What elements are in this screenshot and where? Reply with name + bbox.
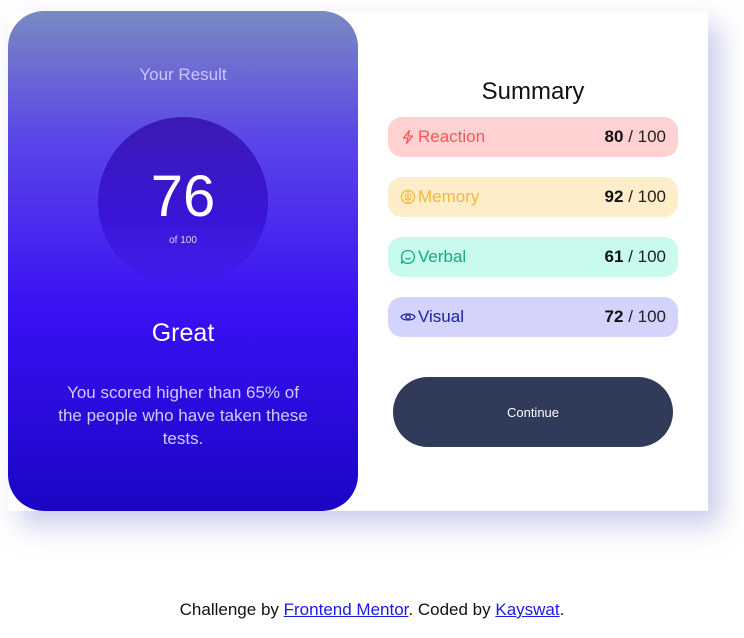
- brain-icon: [400, 189, 416, 205]
- summary-row-visual: Visual 72 / 100: [388, 297, 678, 337]
- summary-row-score: 61: [604, 247, 624, 266]
- score-value: 76: [150, 164, 216, 229]
- summary-row-label: Visual: [418, 307, 464, 326]
- result-title: Your Result: [139, 65, 227, 84]
- result-panel: Your Result 76 of 100 Great You scored h…: [8, 11, 358, 511]
- continue-button[interactable]: Continue: [393, 377, 673, 447]
- footer-prefix: Challenge by: [179, 600, 279, 619]
- grade-description: You scored higher than 65% of the people…: [58, 383, 308, 448]
- eye-icon: [400, 309, 416, 325]
- summary-row-label: Verbal: [418, 247, 467, 266]
- summary-row-score: 72: [604, 307, 624, 326]
- attribution-footer: Challenge by Frontend Mentor. Coded by K…: [0, 600, 744, 620]
- grade-label: Great: [151, 319, 215, 347]
- lightning-icon: [400, 129, 416, 145]
- summary-row-verbal: Verbal 61 / 100: [388, 237, 678, 277]
- summary-row-memory: Memory 92 / 100: [388, 177, 678, 217]
- summary-title: Summary: [481, 78, 585, 105]
- summary-row-max: / 100: [628, 187, 666, 206]
- score-circle: 76 of 100: [98, 117, 268, 287]
- author-link[interactable]: Kayswat: [495, 600, 559, 619]
- summary-row-max: / 100: [628, 307, 666, 326]
- chat-bubble-icon: [400, 249, 416, 265]
- footer-middle: . Coded by: [408, 600, 491, 619]
- summary-row-score: 80: [604, 127, 624, 146]
- summary-row-max: / 100: [628, 127, 666, 146]
- summary-row-reaction: Reaction 80 / 100: [388, 117, 678, 157]
- summary-row-label: Memory: [418, 187, 480, 206]
- score-max-label: of 100: [169, 235, 197, 246]
- footer-suffix: .: [559, 600, 565, 619]
- frontend-mentor-link[interactable]: Frontend Mentor: [284, 600, 409, 619]
- summary-row-max: / 100: [628, 247, 666, 266]
- summary-row-label: Reaction: [418, 127, 486, 146]
- summary-row-score: 92: [604, 187, 624, 206]
